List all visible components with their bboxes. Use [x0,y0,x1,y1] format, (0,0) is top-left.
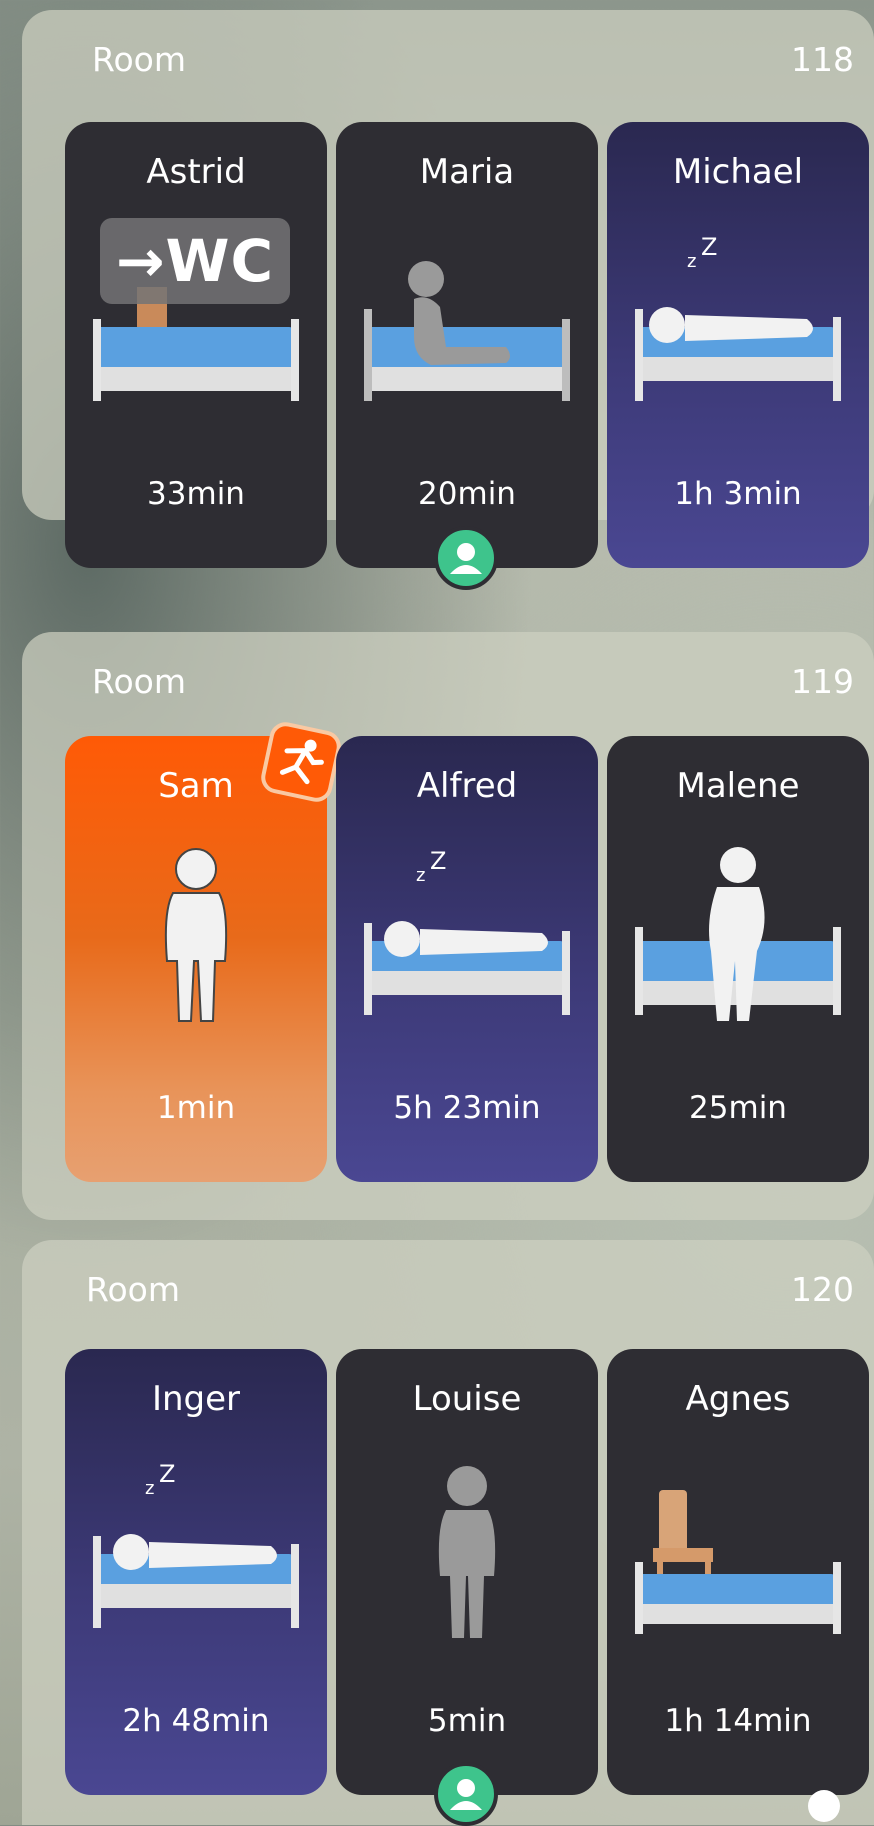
resident-name: Malene [676,766,800,806]
duration-label: 20min [418,476,516,512]
empty-bed-with-chair-icon [635,1490,841,1634]
svg-text:z: z [145,1478,154,1499]
home-indicator-dot [808,1790,840,1822]
resident-card-malene[interactable]: Malene 25min [607,736,869,1182]
sleeping-in-bed-icon: z Z [635,233,841,401]
resident-card-sam[interactable]: Sam 1min [65,719,344,1182]
resident-name: Maria [419,152,515,192]
sleeping-in-bed-icon: z Z [93,1460,299,1628]
staff-present-icon[interactable] [434,526,498,590]
resident-name: Michael [672,152,804,192]
duration-label: 5h 23min [393,1090,541,1126]
duration-label: 2h 48min [122,1703,270,1739]
sitting-on-bed-edge-icon [635,847,841,1021]
resident-card-astrid[interactable]: Astrid →WC 33min [65,122,327,568]
resident-name: Alfred [416,766,518,806]
svg-text:z: z [416,865,425,886]
standing-person-icon [164,848,228,1022]
room-label: Room [92,662,186,701]
resident-name: Inger [151,1379,241,1419]
resident-card-inger[interactable]: Inger z Z 2h 48min [65,1349,327,1795]
standing-person-icon [438,1466,496,1638]
resident-card-maria[interactable]: Maria 20min [336,122,598,568]
room-number: 118 [791,40,854,79]
room-label: Room [86,1270,180,1309]
resident-card-michael[interactable]: Michael z Z 1h 3min [607,122,869,568]
fall-alert-icon[interactable] [258,719,344,805]
resident-card-alfred[interactable]: Alfred z Z 5h 23min [336,736,598,1182]
resident-name: Agnes [685,1379,791,1419]
duration-label: 1h 3min [674,476,802,512]
room-label: Room [92,40,186,79]
duration-label: 33min [147,476,245,512]
duration-label: 1h 14min [664,1703,812,1739]
room-number: 120 [791,1270,854,1309]
resident-card-agnes[interactable]: Agnes 1h 14min [607,1349,869,1795]
wc-indicator: →WC [100,218,290,304]
resident-card-louise[interactable]: Louise 5min [336,1349,598,1795]
resident-name: Astrid [146,152,246,192]
svg-text:z: z [687,251,696,272]
resident-name: Louise [412,1379,522,1419]
duration-label: 1min [156,1090,236,1126]
room-header: Room 118 [70,40,864,84]
staff-present-icon[interactable] [434,1762,498,1826]
svg-text:Z: Z [159,1460,175,1488]
sleeping-in-bed-icon: z Z [364,847,570,1015]
duration-label: 25min [689,1090,787,1126]
duration-label: 5min [427,1703,507,1739]
svg-text:Z: Z [430,847,446,875]
room-number: 119 [791,662,854,701]
room-header: Room 120 [70,1270,864,1314]
sitting-in-bed-icon [364,261,570,401]
room-header: Room 119 [70,662,864,706]
svg-text:Z: Z [701,233,717,261]
